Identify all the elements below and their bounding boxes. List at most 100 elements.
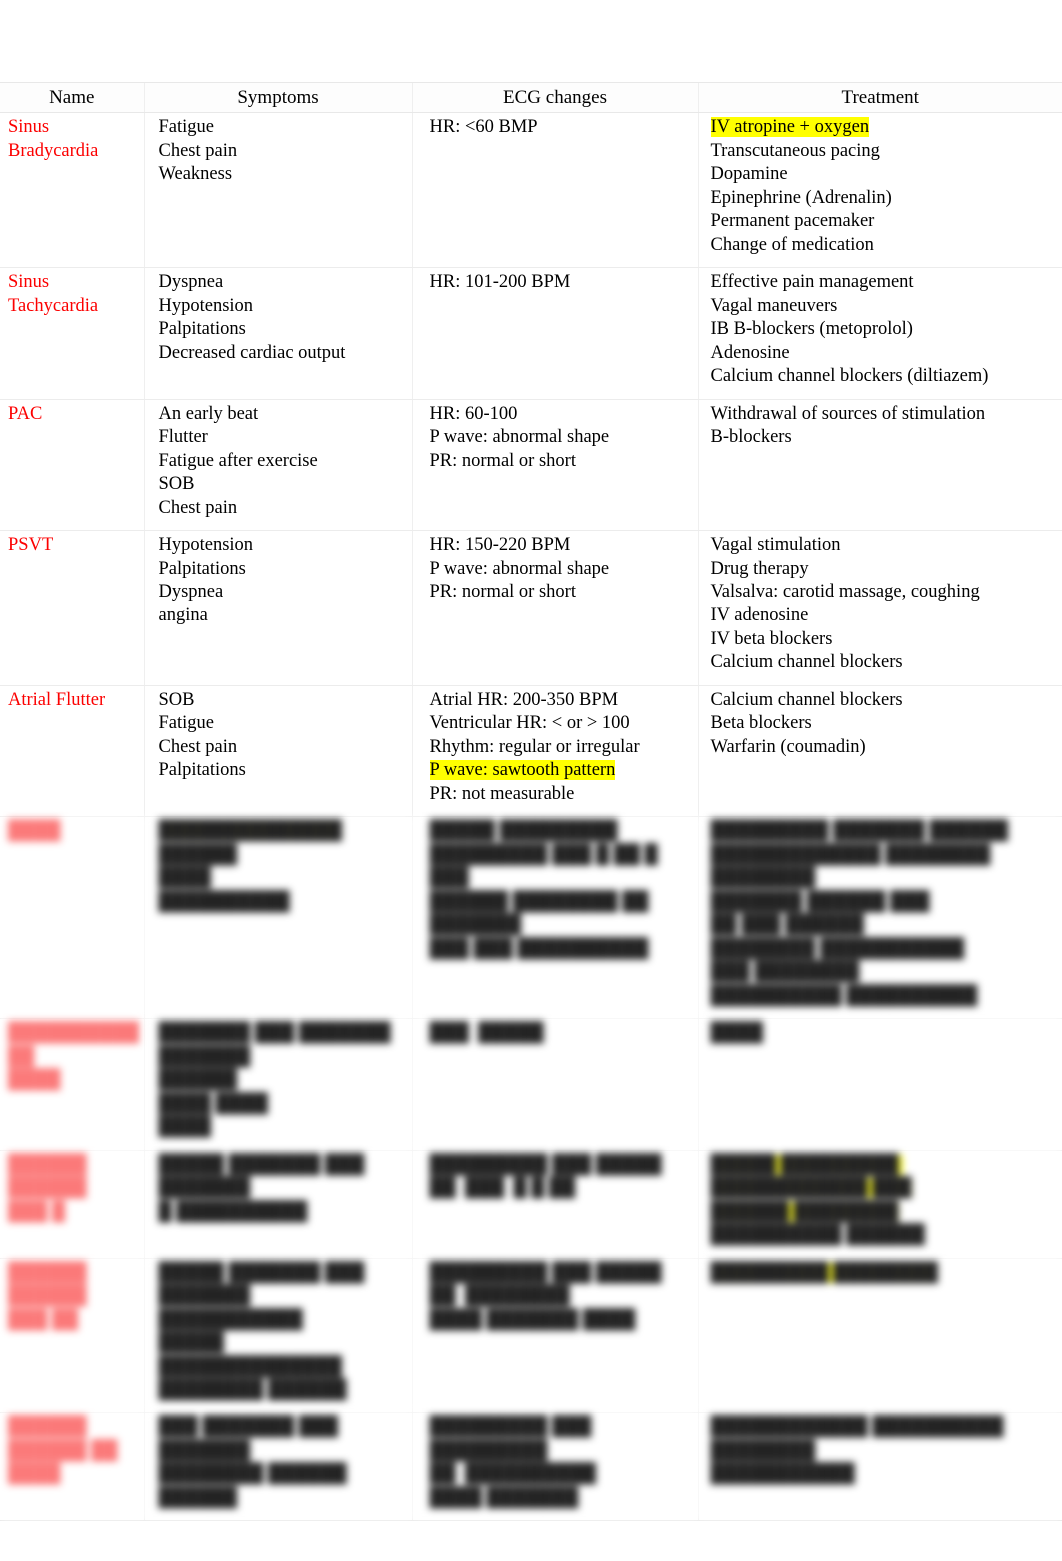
cell-line: Effective pain management [710,272,914,293]
cell-line: █████████ ███ █████████ [429,1417,597,1461]
cell-line: Hypotension [158,295,254,316]
table-row: ██████ ██████ ███ █ █████ ███████ ███ ████… [0,1150,1062,1259]
cell-line: ██████ ████████ ██ ███████ [429,891,654,936]
cell-line: ████ [158,868,211,889]
arrhythmia-table-container: Name Symptoms ECG changes Treatment Sinu… [0,81,1062,1522]
highlighted-text: IV atropine + oxygen [710,117,870,138]
cell-line: PR: not measurable [429,783,575,804]
cell-line: PR: normal or short [429,581,576,602]
cell-line: SOB [158,474,195,495]
cell-ecg-changes: █████████ ███ █████████ ██ ██████████ ████… [412,1412,699,1522]
cell-symptoms: Dyspnea Hypotension Palpitations Decreased … [144,267,413,400]
cell-line: ██████ ██████ ██ [8,1417,118,1461]
cell-line: Chest pain [158,497,238,518]
table-body: Sinus Bradycardia Fatigue Chest pain Weaknes… [0,112,1062,1522]
cell-symptoms: ███ ███████ ███ ███████ ████████ ██████ ██… [144,1412,413,1522]
cell-line: ██████ [158,1070,238,1091]
cell-line: PSVT [8,535,54,556]
cell-treatment: █████████ ████████ [698,1258,1062,1414]
cell-arrhythmia-name: ██████ ██████ ███ ██ [0,1258,145,1414]
cell-line: ██████ ██████ [8,1154,92,1199]
cell-line: █████ ███████ ███ ███████ [158,1154,369,1199]
cell-line: Flutter [158,427,208,448]
cell-line: ██████ [158,1487,238,1508]
cell-line: ██████ ██████ [8,1262,92,1307]
cell-ecg-changes: ███ █████ [412,1018,699,1151]
table-row: Atrial Flutter SOB Fatigue Chest pain Palpit… [0,685,1062,818]
cell-ecg-changes: HR: <60 BMP [412,112,699,269]
cell-line: ███████████ [710,1464,855,1485]
cell-line: Dyspnea [158,581,224,602]
cell-symptoms: ███████ ███ ███████ ███████ ██████ ████ ███… [144,1018,413,1151]
cell-line: Decreased cardiac output [158,342,346,363]
cell-arrhythmia-name: ██████████ ██ ████ [0,1018,145,1151]
cell-line: angina [158,605,208,626]
cell-line: Permanent pacemaker [710,211,875,232]
cell-line: ███████████ [158,1309,303,1330]
column-header-treatment: Treatment [697,81,1062,114]
cell-arrhythmia-name: ████ [0,816,145,1020]
cell-line: █████████ ████████ [710,1262,1057,1285]
cell-line: Chest pain [158,736,238,757]
cell-line: SOB [158,689,195,710]
cell-line: Withdrawal of sources of stimulation [710,403,986,424]
cell-line: PR: normal or short [429,450,576,471]
cell-line: Palpitations [158,319,246,340]
cell-line: Calcium channel blockers (diltiazem) [710,366,989,387]
cell-line: ██████ ████████ [710,1201,1057,1224]
cell-line: ████ [8,1070,61,1091]
cell-line: HR: 101-200 BPM [429,272,571,293]
cell-line: ██████████ ██ [8,1023,144,1067]
cell-line: P wave: abnormal shape [429,558,610,579]
cell-symptoms: ██████████████ ██████ ████ ██████████ [144,816,413,1020]
cell-line: ██ ████████ [429,1286,570,1307]
highlighted-text: ██████████████ [158,821,343,842]
cell-treatment: Vagal stimulation Drug therapy Valsalva: c… [698,530,1062,686]
table-row: ████ ██████████████ ██████ ████ ██████████ ██… [0,816,1062,1020]
cell-line: Ventricular HR: < or > 100 [429,713,630,734]
cell-symptoms: SOB Fatigue Chest pain Palpitations [144,685,413,818]
cell-line: Warfarin (coumadin) [710,736,866,757]
cell-line: Calcium channel blockers [710,652,903,673]
cell-line: HR: 150-220 BPM [429,535,571,556]
cell-line: Dopamine [710,164,788,185]
cell-line: ███ █ [8,1201,66,1222]
cell-line: ██████████████ [158,820,406,843]
cell-arrhythmia-name: Sinus Bradycardia [0,112,145,269]
cell-treatment: █████ █████████ ████████████ ███ ██████ █… [698,1150,1062,1259]
table-row: ██████ ██████ ███ ██ █████ ███████ ███ ███… [0,1258,1062,1414]
cell-line: ███ ███████ ███ ███████ [158,1417,343,1461]
cell-treatment: Withdrawal of sources of stimulation B-bl… [698,399,1062,532]
cell-treatment: Effective pain management Vagal maneuvers… [698,267,1062,400]
cell-arrhythmia-name: Atrial Flutter [0,685,145,818]
cell-line: ███ ███ ██████████ [429,938,649,959]
cell-line: ████████ [710,1440,816,1461]
cell-line: Drug therapy [710,558,809,579]
cell-line: Atrial HR: 200-350 BPM [429,689,619,710]
table-header: Name Symptoms ECG changes Treatment [0,81,1062,114]
cell-ecg-changes: HR: 150-220 BPM P wave: abnormal shape PR:… [412,530,699,686]
cell-line: █████ █████████ [429,821,618,842]
cell-line: ████ [158,1117,211,1138]
cell-treatment: ████████████ ██████████ ████████ █████████… [698,1412,1062,1522]
cell-line: ██ ███ ██████ [710,915,864,936]
highlighted-text: █████████ ████████ [710,1262,938,1283]
cell-line: Atrial Flutter [8,689,106,710]
cell-ecg-changes: HR: 101-200 BPM [412,267,699,400]
cell-symptoms: Fatigue Chest pain Weakness [144,112,413,269]
cell-treatment: Calcium channel blockers Beta blockers War… [698,685,1062,818]
cell-ecg-changes: █████ █████████ █████████ ███ █ ██ █ ███ █… [412,816,699,1020]
cell-line: IV adenosine [710,605,809,626]
cell-arrhythmia-name: Sinus Tachycardia [0,267,145,400]
cell-line: ██████████████ [158,1356,343,1377]
cell-line: ███████ ██████ ███ [710,891,930,912]
table-row: Sinus Tachycardia Dyspnea Hypotension Palpit… [0,267,1062,400]
cell-line: █████████ ███ █████ [429,1262,662,1283]
cell-line: ███ █████ [429,1023,544,1044]
cell-symptoms: █████ ███████ ███ ███████ ███████████ ████… [144,1258,413,1414]
cell-line: Bradycardia [8,140,99,161]
cell-line: P wave: abnormal shape [429,427,610,448]
cell-line: ████ [8,821,61,842]
table-row: ██████████ ██ ████ ███████ ███ ███████ ████… [0,1018,1062,1151]
cell-line: ███ ████████ [710,962,860,983]
